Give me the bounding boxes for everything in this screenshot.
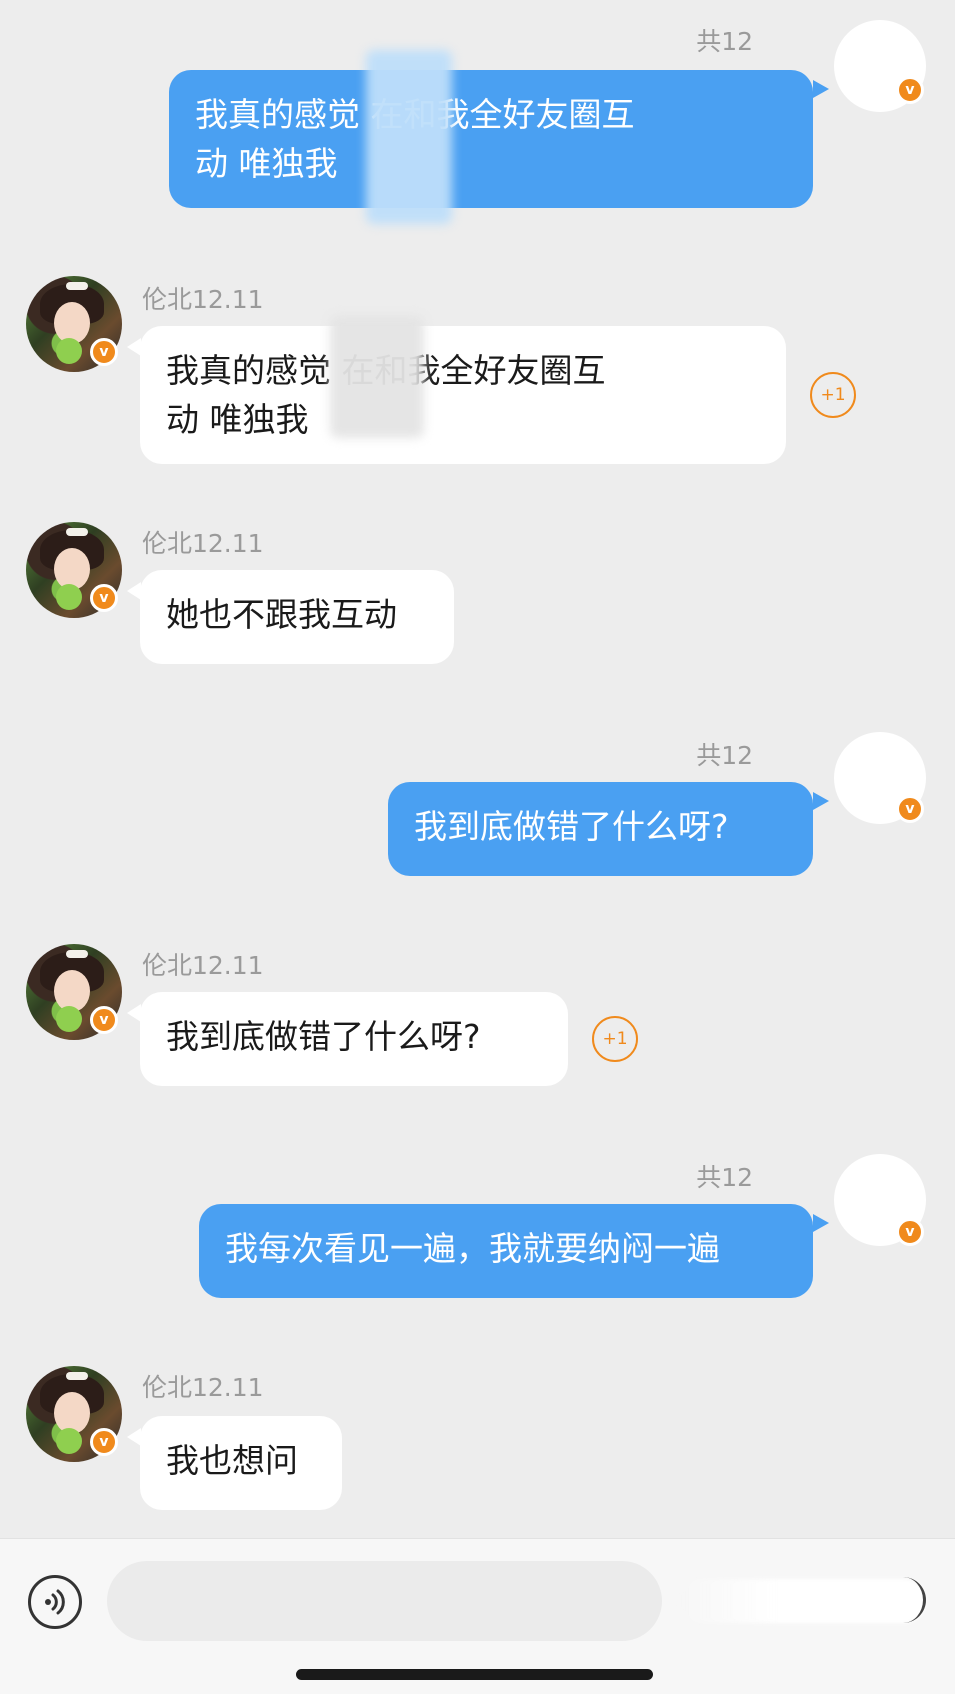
bubble-tail (127, 1004, 141, 1022)
verified-badge-icon: v (90, 1428, 118, 1456)
sender-name: 伦北12.11 (142, 951, 264, 980)
sender-name: 共12 (696, 741, 753, 770)
plus-one-button[interactable]: +1 (592, 1016, 638, 1062)
bubble-tail (813, 80, 829, 98)
message-bubble[interactable]: 我到底做错了什么呀? (388, 782, 813, 876)
redaction-blur (366, 50, 452, 224)
message-text-line: 我真的感觉 在和我全好友圈互 (166, 351, 606, 390)
bubble-tail (813, 1214, 829, 1232)
redacted-controls-edge (900, 1577, 926, 1623)
bubble-tail (127, 582, 141, 600)
message-text-line: 动 唯独我 (195, 144, 338, 183)
voice-icon (45, 1589, 65, 1615)
sender-name: 伦北12.11 (142, 285, 264, 314)
verified-badge-icon: v (896, 76, 924, 104)
redaction-blur (330, 316, 424, 438)
chat-area[interactable]: v 共12 我真的感觉 在和我全好友圈互 动 唯独我 v 伦北12.11 我真的… (0, 0, 955, 1538)
verified-badge-icon: v (896, 795, 924, 823)
message-bubble[interactable]: 我到底做错了什么呀? (140, 992, 568, 1086)
message-bubble[interactable]: 我真的感觉 在和我全好友圈互 动 唯独我 (140, 326, 786, 464)
verified-badge-icon: v (90, 338, 118, 366)
input-bar (0, 1538, 955, 1694)
sender-name: 共12 (696, 27, 753, 56)
voice-button[interactable] (28, 1575, 82, 1629)
bubble-tail (127, 338, 141, 356)
home-indicator[interactable] (296, 1669, 653, 1680)
plus-one-button[interactable]: +1 (810, 372, 856, 418)
verified-badge-icon: v (90, 1006, 118, 1034)
message-bubble[interactable]: 我每次看见一遍，我就要纳闷一遍 (199, 1204, 813, 1298)
message-bubble[interactable]: 她也不跟我互动 (140, 570, 454, 664)
message-input[interactable] (107, 1561, 662, 1641)
verified-badge-icon: v (896, 1218, 924, 1246)
sender-name: 共12 (696, 1163, 753, 1192)
redacted-controls (678, 1579, 926, 1623)
message-bubble[interactable]: 我也想问 (140, 1416, 342, 1510)
verified-badge-icon: v (90, 584, 118, 612)
sender-name: 伦北12.11 (142, 1373, 264, 1402)
message-bubble[interactable]: 我真的感觉 在和我全好友圈互 动 唯独我 (169, 70, 813, 208)
sender-name: 伦北12.11 (142, 529, 264, 558)
message-text-line: 我真的感觉 在和我全好友圈互 (195, 95, 635, 134)
bubble-tail (813, 792, 829, 810)
bubble-tail (127, 1428, 141, 1446)
message-text-line: 动 唯独我 (166, 400, 309, 439)
